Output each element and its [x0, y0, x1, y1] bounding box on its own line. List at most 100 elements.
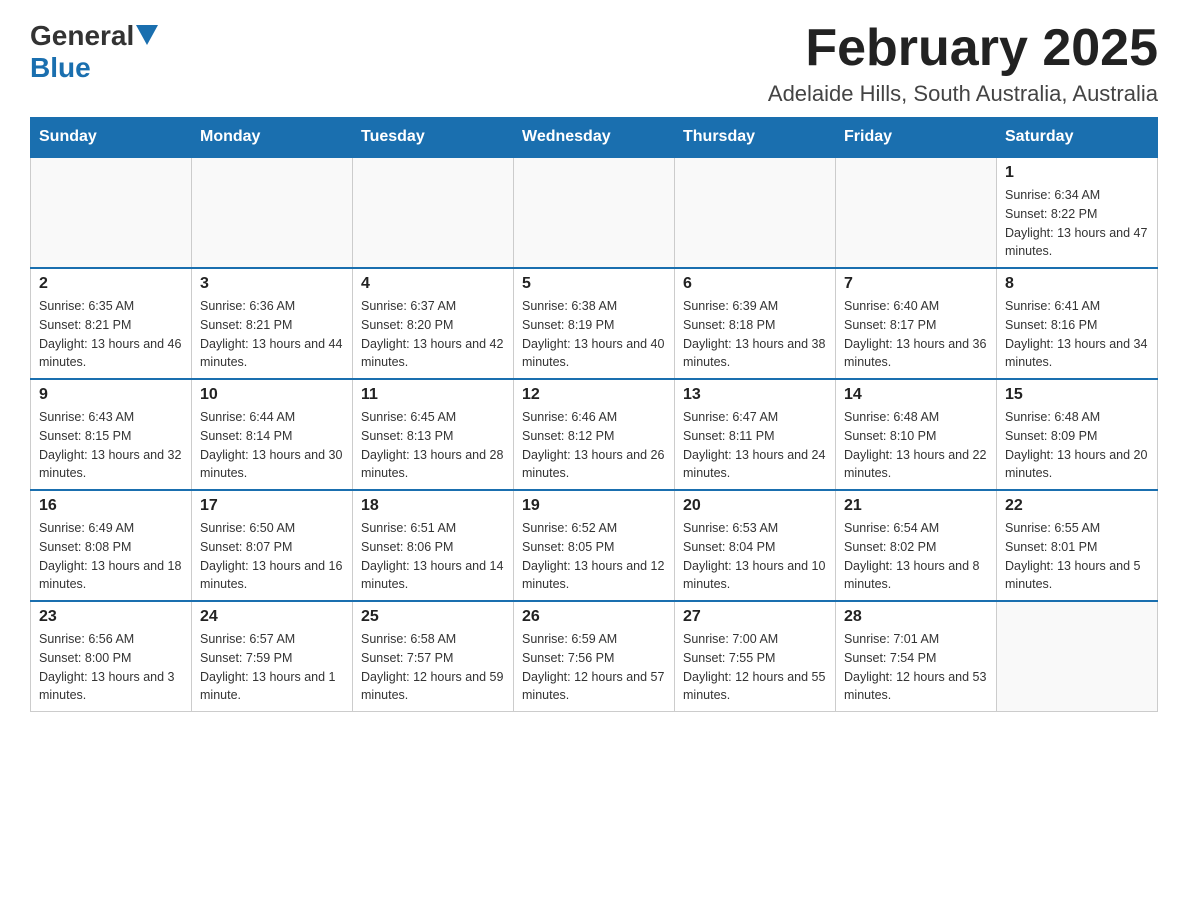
location-subtitle: Adelaide Hills, South Australia, Austral…: [768, 81, 1158, 107]
day-info: Sunrise: 6:36 AMSunset: 8:21 PMDaylight:…: [200, 297, 344, 372]
day-info: Sunrise: 6:53 AMSunset: 8:04 PMDaylight:…: [683, 519, 827, 594]
calendar-cell: [353, 157, 514, 268]
week-row-3: 9 Sunrise: 6:43 AMSunset: 8:15 PMDaylight…: [31, 379, 1158, 490]
calendar-cell: 26 Sunrise: 6:59 AMSunset: 7:56 PMDayligh…: [514, 601, 675, 712]
day-number: 4: [361, 275, 505, 293]
calendar-cell: 24 Sunrise: 6:57 AMSunset: 7:59 PMDayligh…: [192, 601, 353, 712]
day-info: Sunrise: 7:01 AMSunset: 7:54 PMDaylight:…: [844, 630, 988, 705]
day-info: Sunrise: 6:39 AMSunset: 8:18 PMDaylight:…: [683, 297, 827, 372]
calendar-cell: 25 Sunrise: 6:58 AMSunset: 7:57 PMDayligh…: [353, 601, 514, 712]
month-title: February 2025: [768, 20, 1158, 77]
day-number: 6: [683, 275, 827, 293]
calendar-cell: 10 Sunrise: 6:44 AMSunset: 8:14 PMDayligh…: [192, 379, 353, 490]
day-info: Sunrise: 6:46 AMSunset: 8:12 PMDaylight:…: [522, 408, 666, 483]
day-number: 8: [1005, 275, 1149, 293]
day-info: Sunrise: 6:35 AMSunset: 8:21 PMDaylight:…: [39, 297, 183, 372]
calendar-cell: 13 Sunrise: 6:47 AMSunset: 8:11 PMDayligh…: [675, 379, 836, 490]
day-number: 19: [522, 497, 666, 515]
day-number: 28: [844, 608, 988, 626]
logo-blue-text: Blue: [30, 52, 91, 84]
day-number: 10: [200, 386, 344, 404]
day-info: Sunrise: 6:55 AMSunset: 8:01 PMDaylight:…: [1005, 519, 1149, 594]
day-number: 13: [683, 386, 827, 404]
day-info: Sunrise: 6:58 AMSunset: 7:57 PMDaylight:…: [361, 630, 505, 705]
day-number: 16: [39, 497, 183, 515]
calendar-cell: 21 Sunrise: 6:54 AMSunset: 8:02 PMDayligh…: [836, 490, 997, 601]
logo: General Blue: [30, 20, 158, 84]
day-info: Sunrise: 6:57 AMSunset: 7:59 PMDaylight:…: [200, 630, 344, 705]
day-number: 17: [200, 497, 344, 515]
day-info: Sunrise: 6:50 AMSunset: 8:07 PMDaylight:…: [200, 519, 344, 594]
week-row-2: 2 Sunrise: 6:35 AMSunset: 8:21 PMDaylight…: [31, 268, 1158, 379]
calendar-cell: 11Sunrise: 6:45 AMSunset: 8:13 PMDayligh…: [353, 379, 514, 490]
calendar-cell: 6 Sunrise: 6:39 AMSunset: 8:18 PMDaylight…: [675, 268, 836, 379]
calendar-cell: 4 Sunrise: 6:37 AMSunset: 8:20 PMDaylight…: [353, 268, 514, 379]
calendar-cell: [997, 601, 1158, 712]
day-info: Sunrise: 6:45 AMSunset: 8:13 PMDaylight:…: [361, 408, 505, 483]
calendar-cell: [836, 157, 997, 268]
day-number: 5: [522, 275, 666, 293]
day-info: Sunrise: 6:38 AMSunset: 8:19 PMDaylight:…: [522, 297, 666, 372]
col-header-saturday: Saturday: [997, 118, 1158, 158]
day-info: Sunrise: 6:47 AMSunset: 8:11 PMDaylight:…: [683, 408, 827, 483]
week-row-4: 16 Sunrise: 6:49 AMSunset: 8:08 PMDayligh…: [31, 490, 1158, 601]
calendar-cell: 3Sunrise: 6:36 AMSunset: 8:21 PMDaylight…: [192, 268, 353, 379]
day-info: Sunrise: 6:48 AMSunset: 8:09 PMDaylight:…: [1005, 408, 1149, 483]
calendar-table: SundayMondayTuesdayWednesdayThursdayFrid…: [30, 117, 1158, 712]
logo-triangle-icon: [136, 25, 158, 45]
calendar-cell: 2 Sunrise: 6:35 AMSunset: 8:21 PMDaylight…: [31, 268, 192, 379]
day-info: Sunrise: 6:51 AMSunset: 8:06 PMDaylight:…: [361, 519, 505, 594]
day-number: 2: [39, 275, 183, 293]
day-info: Sunrise: 6:37 AMSunset: 8:20 PMDaylight:…: [361, 297, 505, 372]
title-section: February 2025 Adelaide Hills, South Aust…: [768, 20, 1158, 107]
day-number: 25: [361, 608, 505, 626]
calendar-cell: [514, 157, 675, 268]
calendar-cell: 1Sunrise: 6:34 AMSunset: 8:22 PMDaylight…: [997, 157, 1158, 268]
day-info: Sunrise: 6:49 AMSunset: 8:08 PMDaylight:…: [39, 519, 183, 594]
day-number: 18: [361, 497, 505, 515]
calendar-cell: [192, 157, 353, 268]
calendar-cell: 22 Sunrise: 6:55 AMSunset: 8:01 PMDayligh…: [997, 490, 1158, 601]
day-info: Sunrise: 6:59 AMSunset: 7:56 PMDaylight:…: [522, 630, 666, 705]
day-info: Sunrise: 6:41 AMSunset: 8:16 PMDaylight:…: [1005, 297, 1149, 372]
calendar-cell: 23Sunrise: 6:56 AMSunset: 8:00 PMDayligh…: [31, 601, 192, 712]
calendar-cell: 18 Sunrise: 6:51 AMSunset: 8:06 PMDayligh…: [353, 490, 514, 601]
day-number: 24: [200, 608, 344, 626]
calendar-cell: 16 Sunrise: 6:49 AMSunset: 8:08 PMDayligh…: [31, 490, 192, 601]
calendar-cell: 27 Sunrise: 7:00 AMSunset: 7:55 PMDayligh…: [675, 601, 836, 712]
calendar-cell: 9 Sunrise: 6:43 AMSunset: 8:15 PMDaylight…: [31, 379, 192, 490]
col-header-tuesday: Tuesday: [353, 118, 514, 158]
day-number: 26: [522, 608, 666, 626]
day-number: 7: [844, 275, 988, 293]
day-info: Sunrise: 7:00 AMSunset: 7:55 PMDaylight:…: [683, 630, 827, 705]
calendar-cell: 17 Sunrise: 6:50 AMSunset: 8:07 PMDayligh…: [192, 490, 353, 601]
day-info: Sunrise: 6:54 AMSunset: 8:02 PMDaylight:…: [844, 519, 988, 594]
calendar-cell: 12Sunrise: 6:46 AMSunset: 8:12 PMDayligh…: [514, 379, 675, 490]
day-info: Sunrise: 6:43 AMSunset: 8:15 PMDaylight:…: [39, 408, 183, 483]
calendar-cell: 7 Sunrise: 6:40 AMSunset: 8:17 PMDaylight…: [836, 268, 997, 379]
calendar-cell: 19 Sunrise: 6:52 AMSunset: 8:05 PMDayligh…: [514, 490, 675, 601]
day-info: Sunrise: 6:56 AMSunset: 8:00 PMDaylight:…: [39, 630, 183, 705]
week-row-5: 23Sunrise: 6:56 AMSunset: 8:00 PMDayligh…: [31, 601, 1158, 712]
col-header-monday: Monday: [192, 118, 353, 158]
calendar-cell: 15 Sunrise: 6:48 AMSunset: 8:09 PMDayligh…: [997, 379, 1158, 490]
col-header-friday: Friday: [836, 118, 997, 158]
col-header-wednesday: Wednesday: [514, 118, 675, 158]
calendar-cell: 5 Sunrise: 6:38 AMSunset: 8:19 PMDaylight…: [514, 268, 675, 379]
day-number: 27: [683, 608, 827, 626]
calendar-cell: [31, 157, 192, 268]
day-number: 15: [1005, 386, 1149, 404]
day-number: 22: [1005, 497, 1149, 515]
week-row-1: 1Sunrise: 6:34 AMSunset: 8:22 PMDaylight…: [31, 157, 1158, 268]
day-number: 14: [844, 386, 988, 404]
day-info: Sunrise: 6:52 AMSunset: 8:05 PMDaylight:…: [522, 519, 666, 594]
calendar-cell: [675, 157, 836, 268]
calendar-cell: 8 Sunrise: 6:41 AMSunset: 8:16 PMDaylight…: [997, 268, 1158, 379]
calendar-cell: 20Sunrise: 6:53 AMSunset: 8:04 PMDayligh…: [675, 490, 836, 601]
day-info: Sunrise: 6:34 AMSunset: 8:22 PMDaylight:…: [1005, 186, 1149, 261]
day-info: Sunrise: 6:40 AMSunset: 8:17 PMDaylight:…: [844, 297, 988, 372]
day-number: 21: [844, 497, 988, 515]
calendar-header-row: SundayMondayTuesdayWednesdayThursdayFrid…: [31, 118, 1158, 158]
day-info: Sunrise: 6:44 AMSunset: 8:14 PMDaylight:…: [200, 408, 344, 483]
day-number: 9: [39, 386, 183, 404]
